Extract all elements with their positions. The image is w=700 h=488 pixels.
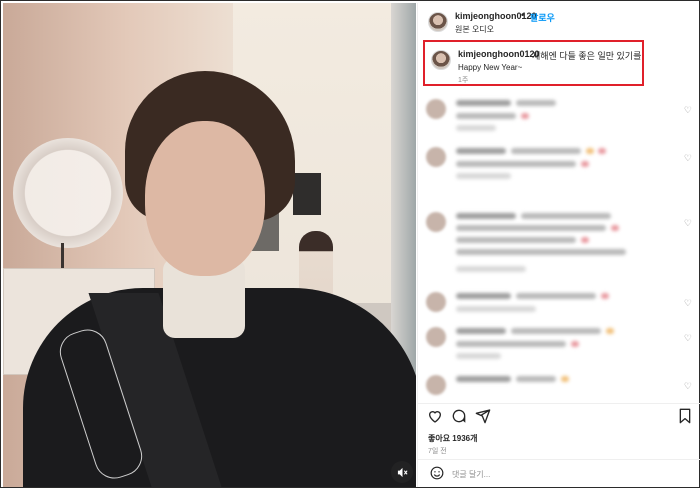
bookmark-icon[interactable] xyxy=(676,408,694,426)
ring-light xyxy=(13,138,123,248)
caption-time: 1주 xyxy=(458,77,469,84)
heart-icon[interactable]: ♡ xyxy=(684,298,692,309)
list-item: ♡ xyxy=(426,323,696,363)
list-item: ♡ xyxy=(426,95,696,135)
heart-icon[interactable]: ♡ xyxy=(684,218,692,229)
post-date: 7일 전 xyxy=(428,448,447,455)
screenshot-frame: kimjeonghoon0120 • 팔로우 원본 오디오 kimjeongho… xyxy=(0,0,700,488)
caption-text: 새해엔 다들 좋은 일만 있기를 xyxy=(532,51,642,61)
list-item: ♡ xyxy=(426,208,696,278)
share-icon[interactable] xyxy=(474,408,492,426)
heart-icon[interactable]: ♡ xyxy=(684,381,692,392)
username-link[interactable]: kimjeonghoon0120 xyxy=(455,11,537,21)
comment-input[interactable] xyxy=(452,466,632,482)
commenter-avatar[interactable] xyxy=(426,99,446,119)
action-bar xyxy=(418,403,700,434)
heart-icon[interactable] xyxy=(426,408,444,426)
post-header: kimjeonghoon0120 • 팔로우 원본 오디오 xyxy=(418,3,700,36)
face xyxy=(145,121,265,276)
heart-icon[interactable]: ♡ xyxy=(684,105,692,116)
follow-button[interactable]: 팔로우 xyxy=(530,11,555,24)
wall-speaker xyxy=(293,173,321,215)
caption-highlight-box: kimjeonghoon0120 새해엔 다들 좋은 일만 있기를 Happy … xyxy=(423,40,644,86)
audio-label[interactable]: 원본 오디오 xyxy=(455,24,494,35)
caption-line-2: Happy New Year~ xyxy=(458,63,523,72)
separator-dot: • xyxy=(521,10,525,20)
caption-username[interactable]: kimjeonghoon0120 xyxy=(458,49,540,59)
heart-icon[interactable]: ♡ xyxy=(684,333,692,344)
avatar[interactable] xyxy=(428,12,448,32)
commenter-avatar[interactable] xyxy=(426,212,446,232)
list-item: ♡ xyxy=(426,288,696,328)
post-side-panel: kimjeonghoon0120 • 팔로우 원본 오디오 kimjeongho… xyxy=(417,3,700,487)
emoji-icon[interactable] xyxy=(430,466,444,483)
comment-bar xyxy=(418,459,700,488)
caption-avatar[interactable] xyxy=(431,50,451,70)
commenter-avatar[interactable] xyxy=(426,147,446,167)
like-count[interactable]: 좋아요 1936개 xyxy=(428,433,477,444)
heart-icon[interactable]: ♡ xyxy=(684,153,692,164)
commenter-avatar[interactable] xyxy=(426,375,446,395)
post-photo[interactable] xyxy=(3,3,416,487)
list-item: ♡ xyxy=(426,143,696,183)
commenter-avatar[interactable] xyxy=(426,292,446,312)
speaker-icon[interactable] xyxy=(391,461,413,483)
comment-icon[interactable] xyxy=(450,408,468,426)
commenter-avatar[interactable] xyxy=(426,327,446,347)
